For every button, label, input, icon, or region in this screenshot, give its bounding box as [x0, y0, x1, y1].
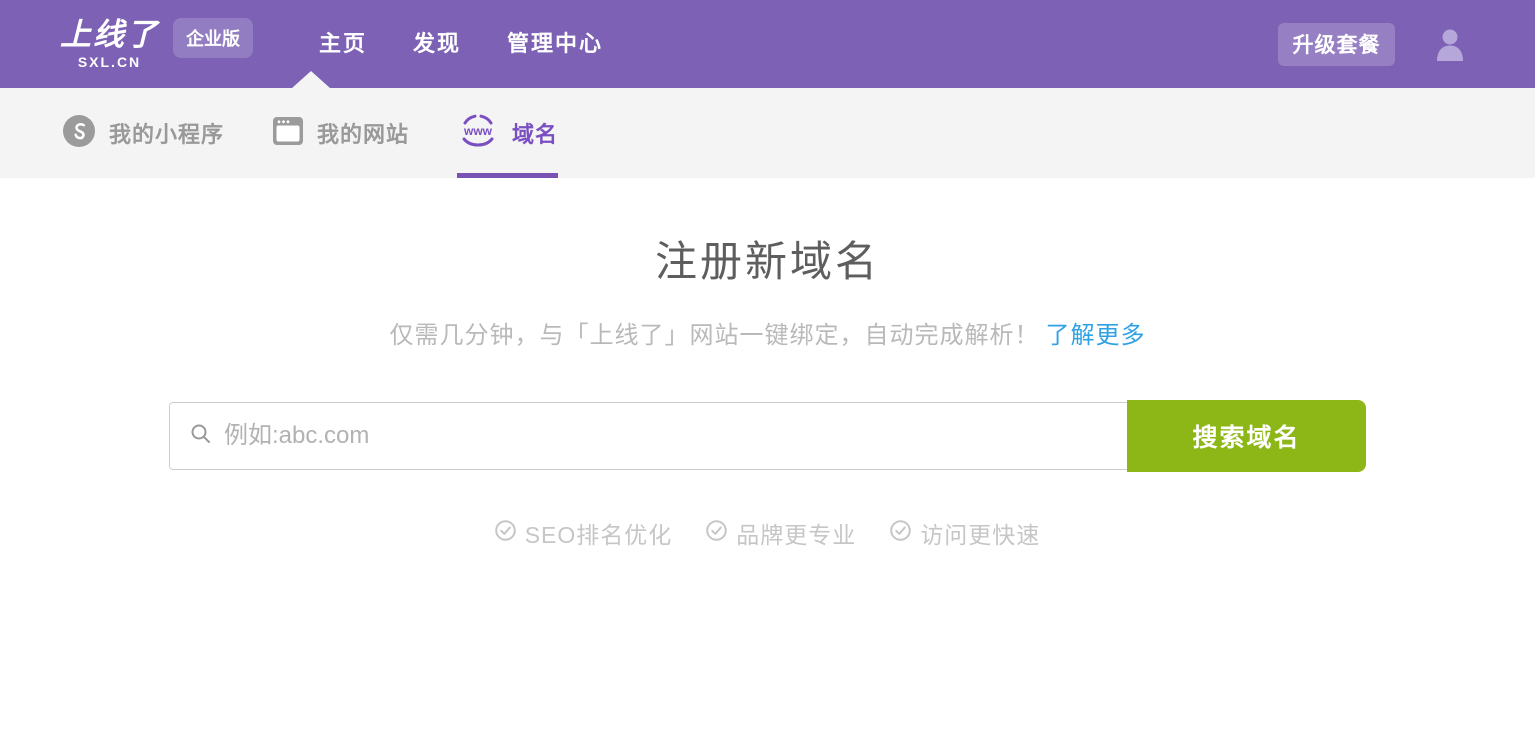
tab-label: 我的小程序 — [109, 117, 224, 149]
tab-domains[interactable]: www 域名 — [457, 88, 558, 178]
feature-list: SEO排名优化 品牌更专业 访问更快速 — [0, 516, 1535, 550]
active-nav-notch — [292, 71, 330, 88]
upgrade-plan-button[interactable]: 升级套餐 — [1278, 23, 1395, 66]
page-title: 注册新域名 — [0, 228, 1535, 289]
feature-speed: 访问更快速 — [890, 516, 1040, 550]
miniprogram-icon — [62, 114, 96, 153]
search-icon — [190, 423, 212, 450]
top-header: 上线了 SXL.CN 企业版 主页 发现 管理中心 升级套餐 — [0, 0, 1535, 88]
www-domain-icon: www — [457, 113, 499, 154]
feature-label: SEO排名优化 — [525, 516, 673, 550]
domain-search-input[interactable] — [224, 406, 1107, 466]
domain-search-box[interactable] — [169, 402, 1128, 470]
tab-my-miniprograms[interactable]: 我的小程序 — [62, 88, 224, 178]
domain-search-row: 搜索域名 — [169, 400, 1366, 472]
learn-more-link[interactable]: 了解更多 — [1046, 322, 1146, 349]
tab-label: 我的网站 — [317, 117, 409, 149]
feature-label: 访问更快速 — [920, 516, 1040, 550]
feature-seo: SEO排名优化 — [495, 516, 673, 550]
page-subtitle: 仅需几分钟，与「上线了」网站一键绑定，自动完成解析！了解更多 — [0, 315, 1535, 350]
logo-domain-text: SXL.CN — [78, 54, 141, 70]
top-nav: 主页 发现 管理中心 — [319, 0, 603, 88]
tab-underline — [457, 173, 558, 178]
feature-brand: 品牌更专业 — [706, 516, 856, 550]
check-circle-icon — [495, 520, 516, 546]
tab-label: 域名 — [512, 117, 558, 149]
svg-text:www: www — [463, 124, 493, 138]
search-domain-button[interactable]: 搜索域名 — [1127, 400, 1366, 472]
domain-register-section: 注册新域名 仅需几分钟，与「上线了」网站一键绑定，自动完成解析！了解更多 搜索域… — [0, 228, 1535, 550]
user-avatar-icon[interactable] — [1435, 28, 1465, 61]
workspace-tab-bar: 我的小程序 我的网站 www 域名 — [0, 88, 1535, 178]
nav-item-discover[interactable]: 发现 — [413, 0, 461, 88]
nav-item-admin-center[interactable]: 管理中心 — [507, 0, 603, 88]
website-icon — [272, 116, 304, 151]
feature-label: 品牌更专业 — [736, 516, 856, 550]
check-circle-icon — [890, 520, 911, 546]
sxl-logo[interactable]: 上线了 SXL.CN — [60, 19, 159, 70]
check-circle-icon — [706, 520, 727, 546]
tab-my-websites[interactable]: 我的网站 — [272, 88, 409, 178]
edition-badge: 企业版 — [173, 18, 253, 58]
subtitle-text: 仅需几分钟，与「上线了」网站一键绑定，自动完成解析！ — [390, 322, 1040, 349]
logo-wordmark: 上线了 — [60, 19, 159, 50]
